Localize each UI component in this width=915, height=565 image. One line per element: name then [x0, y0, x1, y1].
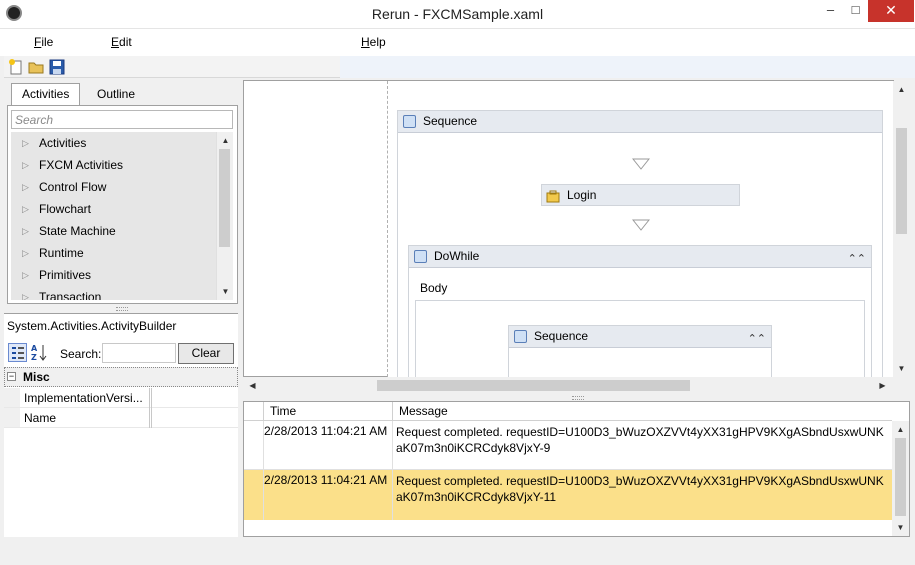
toolbox-scroll-thumb[interactable] [219, 149, 230, 247]
toolbox-item-flowchart[interactable]: ▷ Flowchart [11, 198, 216, 220]
toolbox-item-label: Activities [39, 136, 87, 150]
menu-help-label: elp [369, 35, 386, 49]
log-scroll-thumb[interactable] [895, 438, 906, 516]
expand-triangle-icon[interactable]: ▷ [22, 220, 29, 242]
collapse-chevron-icon[interactable]: ⌃⌃ [848, 249, 866, 270]
toolbox-item-control-flow[interactable]: ▷ Control Flow [11, 176, 216, 198]
panel-splitter-grip[interactable] [116, 307, 128, 311]
scroll-up-arrow-icon[interactable]: ▲ [893, 81, 910, 98]
scroll-down-arrow-icon[interactable]: ▼ [892, 519, 909, 536]
menu-edit-accel: E [111, 35, 120, 49]
dowhile-label: DoWhile [434, 249, 480, 263]
bottom-splitter-grip[interactable] [572, 396, 584, 400]
scroll-down-arrow-icon[interactable]: ▼ [893, 360, 910, 377]
scroll-right-arrow-icon[interactable]: ▶ [874, 377, 891, 394]
property-name: ImplementationVersi... [24, 388, 150, 408]
window-title: Rerun - FXCMSample.xaml [371, 6, 544, 22]
menu-file[interactable]: File [34, 35, 53, 49]
dowhile-header[interactable]: DoWhile ⌃⌃ [409, 246, 871, 268]
new-file-icon[interactable] [8, 59, 24, 75]
menu-bar [0, 29, 915, 56]
inner-sequence-label: Sequence [534, 329, 589, 343]
svg-text:Z: Z [31, 353, 37, 362]
expand-triangle-icon[interactable]: ▷ [22, 176, 29, 198]
toolbox-item-label: Runtime [39, 246, 84, 260]
expand-triangle-icon[interactable]: ▷ [22, 286, 29, 300]
expand-triangle-icon[interactable]: ▷ [22, 198, 29, 220]
toolbox-search-input[interactable]: Search [11, 110, 233, 129]
menu-edit[interactable]: Edit [111, 35, 132, 49]
menu-edit-label: dit [119, 35, 132, 49]
save-icon[interactable] [49, 59, 65, 75]
sequence-label: Sequence [423, 114, 478, 128]
column-header-time[interactable]: Time [263, 402, 392, 421]
toolbox-item-fxcm-activities[interactable]: ▷ FXCM Activities [11, 154, 216, 176]
sequence-icon [514, 330, 527, 343]
toolbox-item-label: FXCM Activities [39, 158, 124, 172]
close-button[interactable]: ✕ [868, 0, 914, 22]
sequence-header[interactable]: Sequence [398, 111, 882, 133]
categorized-view-icon[interactable] [8, 343, 27, 362]
minimize-button[interactable]: – [817, 0, 844, 22]
connector-arrow-icon[interactable] [631, 219, 651, 234]
scroll-down-arrow-icon[interactable]: ▼ [217, 283, 234, 300]
toolbox-item-label: Primitives [39, 268, 92, 282]
log-time: 2/28/2013 11:04:21 AM [264, 424, 388, 438]
scroll-up-arrow-icon[interactable]: ▲ [892, 421, 909, 438]
property-search-label: Search: [60, 347, 102, 361]
column-header-message[interactable]: Message [392, 402, 892, 421]
status-bar [0, 540, 915, 565]
body-label: Body [420, 281, 448, 295]
maximize-button[interactable]: □ [842, 0, 869, 22]
toolbox-item-label: Flowchart [39, 202, 92, 216]
toolbox-item-label: Transaction [39, 290, 102, 300]
toolbox-item-label: Control Flow [39, 180, 107, 194]
canvas-boundary [387, 81, 388, 377]
collapse-minus-icon[interactable]: − [7, 372, 16, 381]
designer-hscroll-thumb[interactable] [377, 380, 690, 391]
expand-triangle-icon[interactable]: ▷ [22, 242, 29, 264]
toolbox-item-label: State Machine [39, 224, 116, 238]
property-search-input[interactable] [102, 343, 176, 363]
clear-button[interactable]: Clear [178, 343, 234, 364]
log-message: Request completed. requestID=U100D3_bWuz… [396, 474, 884, 504]
toolbox-item-activities[interactable]: ▷ Activities [11, 132, 216, 154]
menu-file-label: ile [41, 35, 54, 49]
sequence-icon [403, 115, 416, 128]
expand-triangle-icon[interactable]: ▷ [22, 154, 29, 176]
log-message: Request completed. requestID=U100D3_bWuz… [396, 425, 884, 455]
inner-sequence-header[interactable]: Sequence ⌃⌃ [509, 326, 771, 348]
svg-text:A: A [31, 344, 38, 353]
connector-arrow-icon[interactable] [631, 158, 651, 173]
scroll-up-arrow-icon[interactable]: ▲ [217, 132, 234, 149]
login-activity[interactable]: Login [541, 184, 740, 206]
menu-help-accel: H [361, 35, 370, 49]
category-misc[interactable]: Misc [4, 367, 238, 387]
dowhile-icon [414, 250, 427, 263]
property-row[interactable]: ImplementationVersi... [4, 388, 238, 408]
properties-title: System.Activities.ActivityBuilder [7, 319, 177, 333]
toolbox-item-primitives[interactable]: ▷ Primitives [11, 264, 216, 286]
scroll-left-arrow-icon[interactable]: ◀ [244, 377, 261, 394]
collapse-chevron-icon[interactable]: ⌃⌃ [748, 329, 766, 350]
designer-vscroll-thumb[interactable] [896, 128, 907, 234]
menu-help[interactable]: Help [361, 35, 386, 49]
toolbox-item-runtime[interactable]: ▷ Runtime [11, 242, 216, 264]
toolbox-item-state-machine[interactable]: ▷ State Machine [11, 220, 216, 242]
property-name: Name [24, 408, 150, 428]
toolbox-item-transaction[interactable]: ▷ Transaction [11, 286, 216, 300]
toolbar-spacer [340, 56, 915, 78]
sort-alphabetical-icon[interactable]: AZ [30, 343, 49, 362]
expand-triangle-icon[interactable]: ▷ [22, 264, 29, 286]
log-time: 2/28/2013 11:04:21 AM [264, 473, 388, 487]
expand-triangle-icon[interactable]: ▷ [22, 132, 29, 154]
login-activity-icon [546, 189, 560, 209]
tab-outline[interactable]: Outline [86, 83, 147, 105]
toolbox-list: ▷ Activities ▷ FXCM Activities ▷ Control Fl… [11, 132, 216, 300]
property-column-splitter[interactable] [146, 388, 152, 428]
tab-activities[interactable]: Activities [11, 83, 81, 105]
open-folder-icon[interactable] [28, 59, 44, 75]
property-row[interactable]: Name [4, 408, 238, 428]
login-label: Login [567, 188, 597, 202]
